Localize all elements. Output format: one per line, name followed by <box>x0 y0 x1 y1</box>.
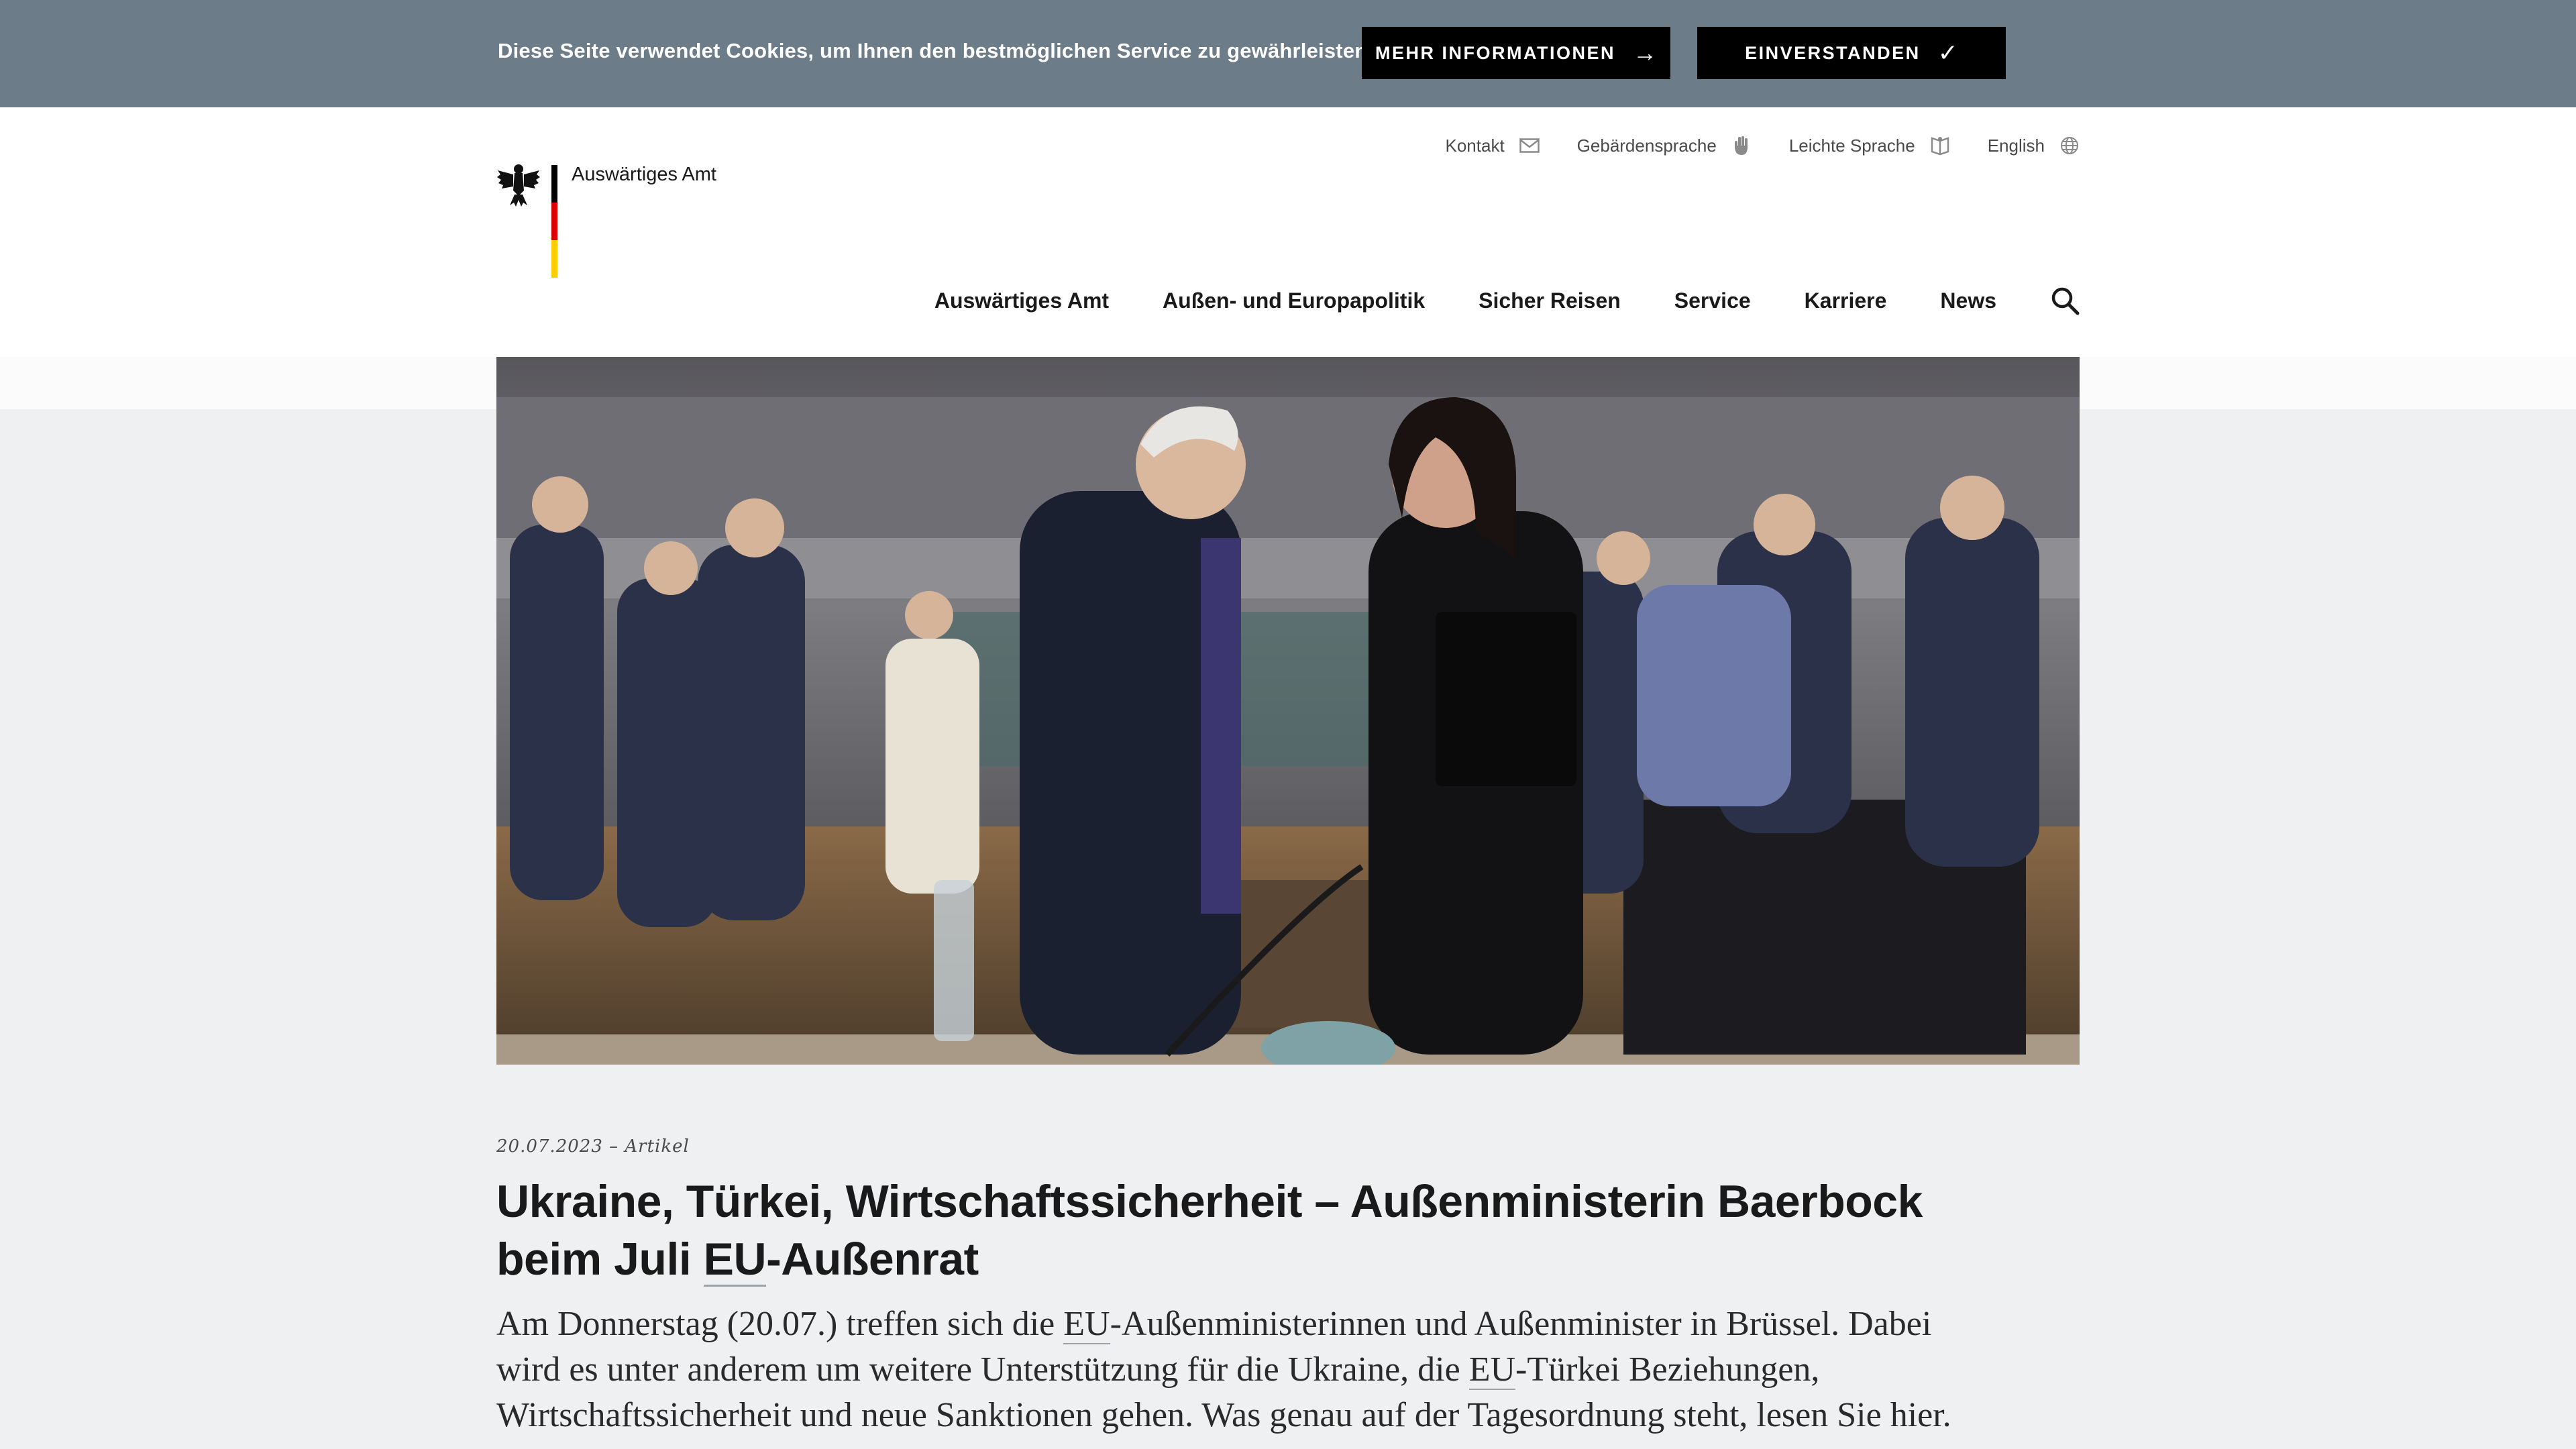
agree-button[interactable]: EINVERSTANDEN ✓ <box>1697 27 2006 79</box>
teaser-text: Am Donnerstag (20.07.) treffen sich die <box>496 1305 1064 1343</box>
hero-image <box>496 357 2080 1065</box>
nav-item-karriere[interactable]: Karriere <box>1805 288 1887 313</box>
german-flag-bar <box>551 165 557 278</box>
book-icon <box>1930 136 1950 156</box>
cookie-banner-text: Diese Seite verwendet Cookies, um Ihnen … <box>498 39 1374 62</box>
nav-item-sicher-reisen[interactable]: Sicher Reisen <box>1479 288 1621 313</box>
abbreviation-eu[interactable]: EU <box>703 1234 767 1287</box>
globe-icon <box>2059 136 2080 156</box>
meta-item-leichte-sprache[interactable]: Leichte Sprache <box>1789 136 1950 156</box>
nav-item-news[interactable]: News <box>1940 288 1996 313</box>
meta-item-label: Leichte Sprache <box>1788 135 1915 156</box>
brand-name: Auswärtiges Amt <box>572 164 716 185</box>
meta-navigation: Kontakt Gebärdensprache Leichte Sprache … <box>1446 129 2080 162</box>
meta-item-english[interactable]: English <box>1988 136 2080 156</box>
hand-icon <box>1731 136 1752 156</box>
nav-item-service[interactable]: Service <box>1674 288 1751 313</box>
abbreviation-eu[interactable]: EU <box>1468 1350 1516 1390</box>
meeting-photo <box>496 357 2080 1065</box>
nav-item-aussen-europapolitik[interactable]: Außen- und Europapolitik <box>1163 288 1425 313</box>
abbreviation-eu[interactable]: EU <box>1063 1305 1110 1344</box>
more-info-label: MEHR INFORMATIONEN <box>1375 42 1615 63</box>
article-title-part2: -Außenrat <box>766 1234 979 1285</box>
main-navigation: Auswärtiges Amt Außen- und Europapolitik… <box>934 286 2080 315</box>
more-info-button[interactable]: MEHR INFORMATIONEN → <box>1362 27 1670 79</box>
meta-item-label: English <box>1987 135 2045 156</box>
arrow-right-icon: → <box>1632 39 1657 66</box>
nav-item-auswaertiges-amt[interactable]: Auswärtiges Amt <box>934 288 1109 313</box>
meta-item-kontakt[interactable]: Kontakt <box>1446 136 1540 156</box>
article-meta-separator: – <box>609 1136 619 1157</box>
meta-item-label: Kontakt <box>1445 135 1505 156</box>
article-teaser: Am Donnerstag (20.07.) treffen sich die … <box>496 1301 1972 1438</box>
search-icon[interactable] <box>2050 286 2080 315</box>
agree-label: EINVERSTANDEN <box>1745 42 1921 63</box>
article-date: 20.07.2023 <box>496 1136 603 1157</box>
article-meta: 20.07.2023 – Artikel <box>496 1136 690 1157</box>
meta-item-gebaerdensprache[interactable]: Gebärdensprache <box>1577 136 1752 156</box>
eagle-icon <box>497 164 540 207</box>
cookie-banner: Diese Seite verwendet Cookies, um Ihnen … <box>0 0 2576 107</box>
envelope-icon <box>1519 136 1540 156</box>
checkmark-icon: ✓ <box>1937 39 1958 66</box>
meta-item-label: Gebärdensprache <box>1576 135 1717 156</box>
article-type: Artikel <box>625 1136 690 1157</box>
site-header: Auswärtiges Amt Kontakt Gebärdensprache … <box>0 107 2576 357</box>
article-title: Ukraine, Türkei, Wirtschaftssicherheit –… <box>496 1173 2012 1288</box>
